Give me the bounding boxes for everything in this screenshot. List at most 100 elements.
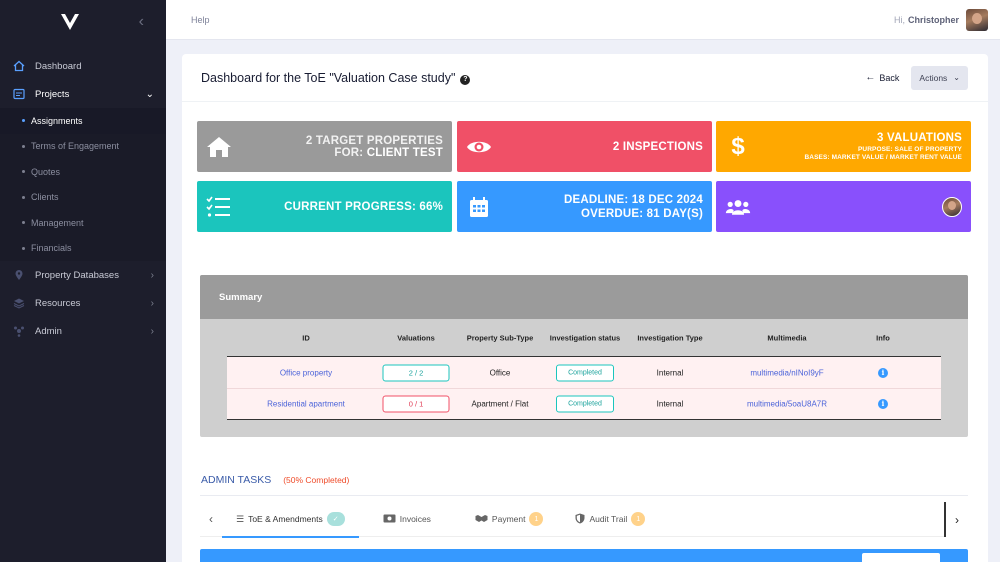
tab-payment[interactable]: Payment 1 (461, 502, 558, 537)
for-label: for: (334, 146, 364, 159)
help-link[interactable]: Help (191, 15, 210, 25)
valuations-badge: 0 / 1 (382, 395, 450, 413)
list-icon: ☰ (236, 513, 245, 524)
toe-panel-header (200, 549, 968, 562)
sidebar-item-label: Resources (35, 297, 81, 309)
multimedia-link[interactable]: multimedia/nINoI9yF (750, 368, 823, 377)
check-badge: ✓ (326, 512, 345, 526)
count-badge: 1 (529, 512, 544, 526)
admin-icon (12, 324, 26, 338)
sidebar-subitem-label: Terms of Engagement (31, 141, 120, 152)
sidebar: ‹ Dashboard Projects ⌄ Assignments Terms… (0, 0, 166, 562)
money-icon (383, 514, 396, 525)
tab-label: Audit Trail (589, 514, 628, 524)
bullet-icon (22, 119, 25, 123)
property-id-link[interactable]: Residential apartment (267, 400, 345, 409)
chevron-right-icon[interactable]: › (944, 502, 968, 537)
info-icon[interactable]: i (878, 367, 888, 378)
checklist-icon (206, 194, 232, 220)
bullet-icon (22, 221, 25, 225)
layers-icon (12, 296, 26, 310)
card-header: Dashboard for the ToE "Valuation Case st… (182, 54, 988, 102)
property-subtype: Apartment / Flat (471, 399, 529, 409)
tab-invoices[interactable]: Invoices (369, 502, 445, 537)
eye-icon (466, 134, 492, 160)
sidebar-subitem-quotes[interactable]: Quotes (0, 159, 166, 185)
projects-submenu: Assignments Terms of Engagement Quotes C… (0, 108, 166, 261)
collapse-sidebar-icon[interactable]: ‹ (139, 13, 144, 31)
user-menu[interactable]: Hi, Christopher (893, 8, 988, 31)
sidebar-subitem-financials[interactable]: Financials (0, 236, 166, 262)
sidebar-subitem-assignments[interactable]: Assignments (0, 108, 166, 134)
user-name: Christopher (907, 14, 959, 25)
client-name: Client Test (366, 146, 443, 159)
arrow-left-icon: ← (865, 72, 876, 83)
target-properties-count: 2 Target Properties (305, 134, 443, 147)
sidebar-item-label: Dashboard (35, 60, 82, 72)
tile-inspections[interactable]: 2 Inspections (457, 121, 712, 172)
tile-target-properties[interactable]: 2 Target Properties for: Client Test (197, 121, 452, 172)
shield-icon (575, 513, 585, 526)
summary-table: Office property 2 / 2 Office Completed I… (227, 356, 941, 420)
admin-tasks-title: ADMIN TASKS (201, 474, 272, 486)
bullet-icon (22, 246, 25, 250)
tab-label: ToE & Amendments (248, 514, 323, 524)
help-question-icon[interactable]: ? (460, 74, 471, 85)
column-header: Investigation Type (637, 333, 703, 343)
sidebar-item-label: Projects (35, 88, 70, 100)
sidebar-item-label: Property Databases (35, 269, 119, 281)
investigation-type: Internal (656, 368, 684, 377)
sidebar-subitem-terms[interactable]: Terms of Engagement (0, 134, 166, 160)
divider (200, 495, 968, 496)
logo-icon[interactable] (60, 12, 80, 32)
actions-dropdown[interactable]: Actions ⌄ (911, 65, 968, 90)
summary-panel: Summary ID Valuations Property Sub-Type … (200, 275, 968, 437)
tab-toe-amendments[interactable]: ☰ ToE & Amendments ✓ (222, 502, 359, 538)
users-icon (725, 194, 751, 220)
chevron-down-icon: ⌄ (953, 73, 960, 82)
property-id-link[interactable]: Office property (280, 368, 332, 377)
column-header: Valuations (397, 333, 435, 343)
multimedia-link[interactable]: multimedia/5oaU8A7R (747, 400, 827, 409)
panel-action-button[interactable] (862, 553, 940, 562)
chevron-right-icon: › (150, 297, 154, 309)
handshake-icon (475, 514, 488, 525)
sidebar-subitem-label: Management (31, 217, 84, 228)
count-badge: 1 (631, 512, 646, 526)
tab-label: Payment (491, 514, 526, 524)
back-button[interactable]: ← Back (865, 72, 899, 83)
tile-valuations[interactable]: $ 3 Valuations Purpose: Sale of property… (716, 121, 971, 172)
bullet-icon (22, 144, 25, 148)
tile-team[interactable] (716, 181, 971, 232)
tile-deadline[interactable]: Deadline: 18 Dec 2024 Overdue: 81 Day(s) (457, 181, 712, 232)
status-badge: Completed (556, 364, 614, 381)
chevron-left-icon[interactable]: ‹ (200, 512, 222, 526)
team-member-avatar[interactable] (942, 196, 962, 217)
progress-label: Current Progress: 66% (284, 200, 443, 213)
status-badge: Completed (556, 395, 614, 413)
overdue-days: Overdue: 81 Day(s) (580, 207, 703, 220)
valuations-badge: 2 / 2 (382, 364, 450, 381)
deadline-date: Deadline: 18 Dec 2024 (563, 193, 703, 206)
target-client-line: for: Client Test (306, 147, 443, 159)
tab-audit-trail[interactable]: Audit Trail 1 (561, 502, 659, 537)
sidebar-item-resources[interactable]: Resources › (0, 289, 166, 317)
avatar[interactable] (966, 8, 988, 31)
sidebar-subitem-management[interactable]: Management (0, 210, 166, 236)
sidebar-item-projects[interactable]: Projects ⌄ (0, 80, 166, 108)
sidebar-item-dashboard[interactable]: Dashboard (0, 52, 166, 80)
column-header: Investigation status (549, 333, 621, 343)
info-icon[interactable]: i (878, 399, 888, 409)
valuations-purpose: Purpose: Sale of property (858, 146, 962, 153)
pin-icon (12, 268, 26, 282)
sidebar-item-admin[interactable]: Admin › (0, 317, 166, 345)
investigation-type: Internal (656, 399, 684, 409)
admin-tasks-completion: (50% Completed) (283, 475, 350, 485)
sidebar-subitem-label: Financials (31, 243, 72, 254)
tile-progress[interactable]: Current Progress: 66% (197, 181, 452, 232)
tab-label: Invoices (399, 514, 431, 524)
greeting-text: Hi, (893, 14, 905, 25)
sidebar-item-property-databases[interactable]: Property Databases › (0, 261, 166, 289)
sidebar-subitem-clients[interactable]: Clients (0, 185, 166, 211)
column-header: Info (876, 333, 890, 343)
